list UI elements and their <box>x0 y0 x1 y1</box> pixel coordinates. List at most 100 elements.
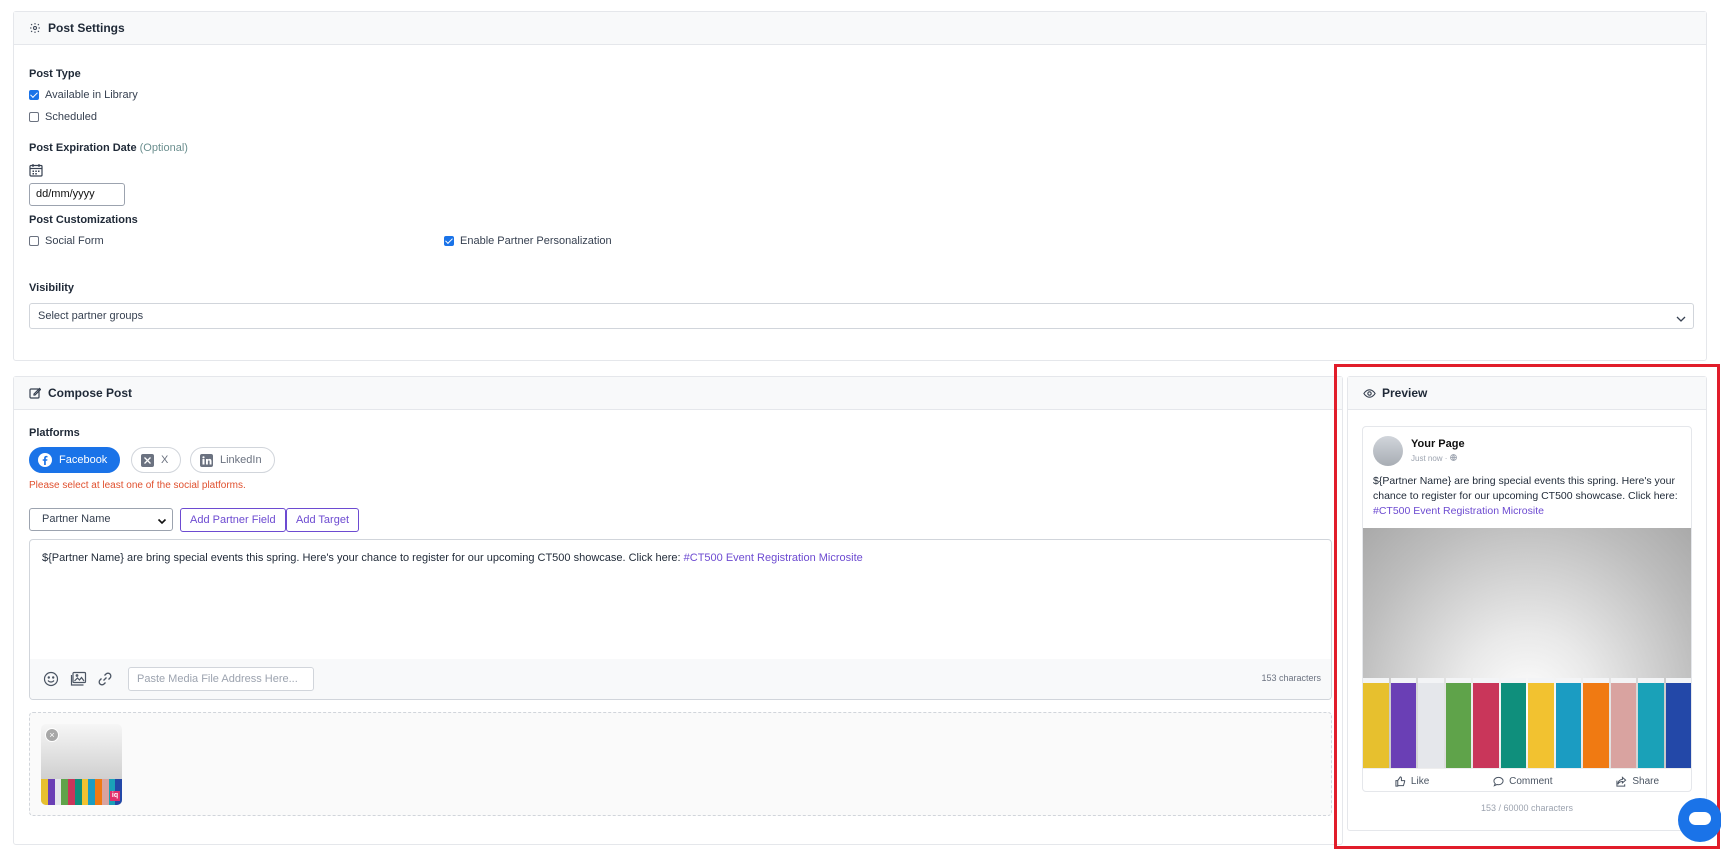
emoji-icon[interactable] <box>43 671 59 690</box>
platform-facebook-label: Facebook <box>59 454 108 466</box>
preview-card: Preview Your Page Just now · ${Partner N… <box>1347 376 1707 831</box>
book-spine <box>101 779 109 805</box>
add-target-button[interactable]: Add Target <box>286 508 360 532</box>
chat-support-button[interactable] <box>1678 798 1721 842</box>
post-body-content: ${Partner Name} are bring special events… <box>42 552 684 564</box>
preview-post-content: ${Partner Name} are bring special events… <box>1373 475 1678 502</box>
book-spine <box>1665 678 1691 768</box>
book-spine <box>1555 678 1581 768</box>
book-spine <box>1445 678 1471 768</box>
edit-icon <box>28 386 42 400</box>
linkedin-icon <box>199 453 213 467</box>
book-spine <box>88 779 95 805</box>
post-type-label: Post Type <box>29 68 81 80</box>
post-time: Just now · <box>1411 454 1457 463</box>
image-badge-icon: iq <box>110 791 120 801</box>
expiration-date-label-text: Post Expiration Date <box>29 142 137 154</box>
character-count: 153 characters <box>1261 673 1321 683</box>
book-spine <box>1610 678 1636 768</box>
compose-post-title: Compose Post <box>48 386 133 400</box>
eye-icon <box>1362 386 1376 400</box>
chevron-down-icon <box>1675 310 1687 334</box>
remove-media-icon[interactable]: × <box>45 728 59 742</box>
book-spine <box>54 779 62 805</box>
checkbox-checked-icon[interactable] <box>444 236 454 246</box>
share-icon <box>1616 775 1627 787</box>
post-settings-card: Post Settings Post Type Available in Lib… <box>13 11 1707 361</box>
platform-x-button[interactable]: X <box>131 447 182 473</box>
book-spine <box>1638 678 1664 768</box>
post-time-text: Just now · <box>1411 454 1450 463</box>
x-icon <box>140 453 154 467</box>
like-label: Like <box>1410 775 1430 787</box>
scheduled-label: Scheduled <box>45 111 97 123</box>
post-editor[interactable]: ${Partner Name} are bring special events… <box>29 539 1332 700</box>
partner-groups-placeholder: Select partner groups <box>38 310 144 322</box>
partner-personalization-label: Enable Partner Personalization <box>460 235 612 247</box>
thumbs-up-icon <box>1395 775 1406 787</box>
comment-action[interactable]: Comment <box>1493 775 1553 787</box>
link-icon[interactable] <box>97 671 113 690</box>
book-spine <box>61 779 68 805</box>
platform-linkedin-label: LinkedIn <box>220 454 262 466</box>
platform-linkedin-button[interactable]: LinkedIn <box>190 447 275 473</box>
preview-actions: Like Comment Share <box>1363 768 1691 791</box>
expiration-date-label: Post Expiration Date (Optional) <box>29 142 188 154</box>
partner-groups-select[interactable]: Select partner groups <box>29 303 1694 329</box>
partner-field-select[interactable]: Partner Name <box>29 508 173 531</box>
book-spine <box>1500 678 1526 768</box>
post-settings-header: Post Settings <box>14 12 1706 45</box>
calendar-icon[interactable] <box>29 163 43 180</box>
checkbox-checked-icon[interactable] <box>29 90 39 100</box>
book-spine <box>74 779 82 805</box>
book-spine <box>81 779 89 805</box>
compose-post-header: Compose Post <box>14 377 1342 410</box>
add-partner-field-button[interactable]: Add Partner Field <box>180 508 286 532</box>
scheduled-checkbox[interactable]: Scheduled <box>29 111 97 123</box>
preview-post-text: ${Partner Name} are bring special events… <box>1373 474 1685 519</box>
preview-title: Preview <box>1382 386 1428 400</box>
media-address-input[interactable]: Paste Media File Address Here... <box>128 667 314 691</box>
partner-personalization-checkbox[interactable]: Enable Partner Personalization <box>444 235 612 247</box>
preview-header: Preview <box>1348 377 1706 410</box>
media-thumbnail[interactable]: × iq <box>41 724 122 805</box>
post-settings-title: Post Settings <box>48 21 125 35</box>
checkbox-unchecked-icon[interactable] <box>29 112 39 122</box>
media-dropzone[interactable]: × iq <box>29 712 1332 816</box>
post-customizations-label: Post Customizations <box>29 214 138 226</box>
image-gallery-icon[interactable] <box>70 671 87 690</box>
book-spine <box>1363 678 1389 768</box>
optional-hint: (Optional) <box>139 142 188 154</box>
available-in-library-checkbox[interactable]: Available in Library <box>29 89 138 101</box>
like-action[interactable]: Like <box>1395 776 1429 787</box>
page-name: Your Page <box>1411 438 1465 450</box>
available-in-library-label: Available in Library <box>45 89 138 101</box>
facebook-icon <box>38 453 52 467</box>
expiration-date-input[interactable]: dd/mm/yyyy <box>29 183 125 206</box>
book-spine <box>68 779 75 805</box>
globe-icon <box>1449 454 1457 463</box>
preview-post-link[interactable]: #CT500 Event Registration Microsite <box>1373 505 1544 517</box>
book-spine <box>47 779 55 805</box>
comment-icon <box>1493 776 1504 787</box>
book-spine <box>1583 678 1609 768</box>
visibility-label: Visibility <box>29 282 75 294</box>
share-action[interactable]: Share <box>1616 776 1659 787</box>
preview-character-count: 153 / 60000 characters <box>1480 803 1574 813</box>
post-body-link[interactable]: #CT500 Event Registration Microsite <box>684 552 863 564</box>
book-spine <box>1418 678 1444 768</box>
editor-toolbar: Paste Media File Address Here... 153 cha… <box>30 659 1331 699</box>
partner-field-select-value: Partner Name <box>42 513 111 525</box>
post-body-text[interactable]: ${Partner Name} are bring special events… <box>42 552 863 564</box>
social-form-label: Social Form <box>45 235 104 247</box>
preview-image <box>1363 528 1691 768</box>
social-form-checkbox[interactable]: Social Form <box>29 235 104 247</box>
compose-post-card: Compose Post Platforms Facebook X Linked… <box>13 376 1343 845</box>
avatar <box>1373 436 1403 466</box>
preview-books-image <box>1363 678 1691 768</box>
checkbox-unchecked-icon[interactable] <box>29 236 39 246</box>
book-spine <box>41 779 48 805</box>
platform-facebook-button[interactable]: Facebook <box>29 447 121 473</box>
comment-label: Comment <box>1509 775 1553 787</box>
book-spine <box>1528 678 1554 768</box>
